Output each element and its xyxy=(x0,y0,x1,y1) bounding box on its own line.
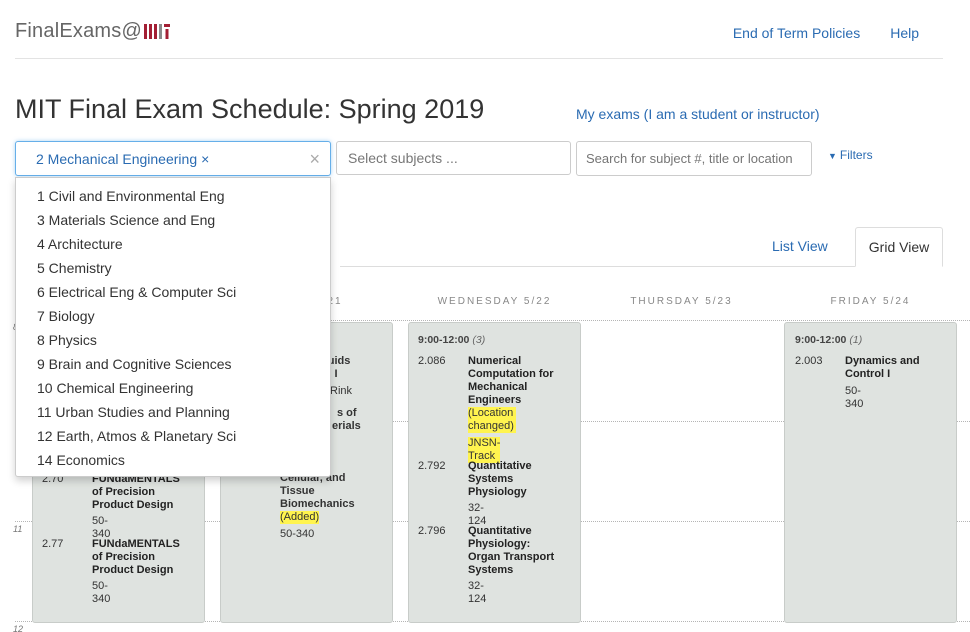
slot-time-label: 9:00-12:00 xyxy=(795,334,847,346)
location-changed-note: (Location changed) xyxy=(468,407,516,433)
department-option[interactable]: 8 Physics xyxy=(16,328,330,352)
slot-time: 9:00-12:00 (3) xyxy=(418,334,485,346)
department-option[interactable]: 9 Brain and Cognitive Sciences xyxy=(16,352,330,376)
department-option[interactable]: 1 Civil and Environmental Eng xyxy=(16,184,330,208)
exam-title: Quantitative Systems Physiology xyxy=(468,460,532,498)
exam-location: 50-340 xyxy=(92,580,111,605)
search-input[interactable] xyxy=(576,141,812,176)
filters-label: Filters xyxy=(839,148,873,162)
brand-logo[interactable]: FinalExams@ xyxy=(15,20,170,45)
brand-text: FinalExams@ xyxy=(15,20,142,42)
exam-instructor-fragment: Rink xyxy=(330,385,353,397)
help-link[interactable]: Help xyxy=(890,25,919,41)
day-header-thursday: THURSDAY 5/23 xyxy=(630,296,733,307)
exam-number: 2.792 xyxy=(418,460,446,472)
tab-list-view[interactable]: List View xyxy=(772,238,828,254)
exam-location: 32-124 xyxy=(468,580,487,605)
department-option[interactable]: 10 Chemical Engineering xyxy=(16,376,330,400)
exam-title: Numerical Computation for Mechanical Eng… xyxy=(468,355,554,406)
my-exams-link[interactable]: My exams (I am a student or instructor) xyxy=(576,106,820,122)
department-option[interactable]: 7 Biology xyxy=(16,304,330,328)
caret-down-icon: ▼ xyxy=(828,151,837,161)
department-option[interactable]: 3 Materials Science and Eng xyxy=(16,208,330,232)
department-tag: 2 Mechanical Engineering × xyxy=(36,151,209,167)
exam-title: Quantitative Physiology: Organ Transport… xyxy=(468,525,555,576)
exam-location: 50-340 xyxy=(845,385,864,410)
hour-label: 11 xyxy=(13,524,23,534)
department-select[interactable]: 2 Mechanical Engineering × × xyxy=(15,141,331,176)
remove-tag-icon[interactable]: × xyxy=(201,151,209,167)
subjects-select[interactable]: Select subjects ... xyxy=(336,141,571,175)
filters-toggle[interactable]: ▼ Filters xyxy=(828,148,873,162)
subjects-placeholder: Select subjects ... xyxy=(348,150,458,166)
exam-location: 50-340 xyxy=(280,528,315,540)
department-option[interactable]: 5 Chemistry xyxy=(16,256,330,280)
exam-number: 2.796 xyxy=(418,525,446,537)
department-option[interactable]: 14 Economics xyxy=(16,448,330,472)
exam-title-fragment: s of xyxy=(337,407,357,419)
top-nav: End of Term Policies Help xyxy=(703,25,919,41)
end-of-term-policies-link[interactable]: End of Term Policies xyxy=(733,25,860,41)
slot-time-label: 9:00-12:00 xyxy=(418,334,470,346)
page-title: MIT Final Exam Schedule: Spring 2019 xyxy=(15,94,485,124)
tab-grid-view[interactable]: Grid View xyxy=(855,227,943,267)
exam-title: FUNdaMENTALS of Precision Product Design xyxy=(92,538,180,576)
exam-title-fragment: erials xyxy=(332,420,361,432)
department-tag-label: 2 Mechanical Engineering xyxy=(36,151,198,167)
mit-logo xyxy=(143,22,170,45)
exam-title: Dynamics and Control I xyxy=(845,355,920,380)
department-option[interactable]: 6 Electrical Eng & Computer Sci xyxy=(16,280,330,304)
slot-count: (1) xyxy=(849,334,863,346)
exam-number: 2.003 xyxy=(795,355,823,367)
department-option[interactable]: 4 Architecture xyxy=(16,232,330,256)
department-option[interactable]: 11 Urban Studies and Planning xyxy=(16,400,330,424)
hour-label: 12 xyxy=(13,624,24,632)
exam-number: 2.086 xyxy=(418,355,446,367)
slot-count: (3) xyxy=(472,334,486,346)
header-divider xyxy=(15,58,943,59)
day-header-wednesday: WEDNESDAY 5/22 xyxy=(437,296,552,307)
exam-title: Cellular, and Tissue Biomechanics xyxy=(280,472,355,510)
slot-time: 9:00-12:00 (1) xyxy=(795,334,862,346)
exam-added-badge: (Added) xyxy=(280,511,320,524)
department-dropdown-menu: 1 Civil and Environmental Eng 3 Material… xyxy=(15,177,331,477)
department-option[interactable]: 12 Earth, Atmos & Planetary Sci xyxy=(16,424,330,448)
tabs-divider xyxy=(340,266,943,267)
exam-title: FUNdaMENTALS of Precision Product Design xyxy=(92,473,180,511)
clear-icon[interactable]: × xyxy=(309,149,320,170)
day-header-friday: FRIDAY 5/24 xyxy=(830,296,911,307)
exam-number: 2.77 xyxy=(42,538,64,550)
